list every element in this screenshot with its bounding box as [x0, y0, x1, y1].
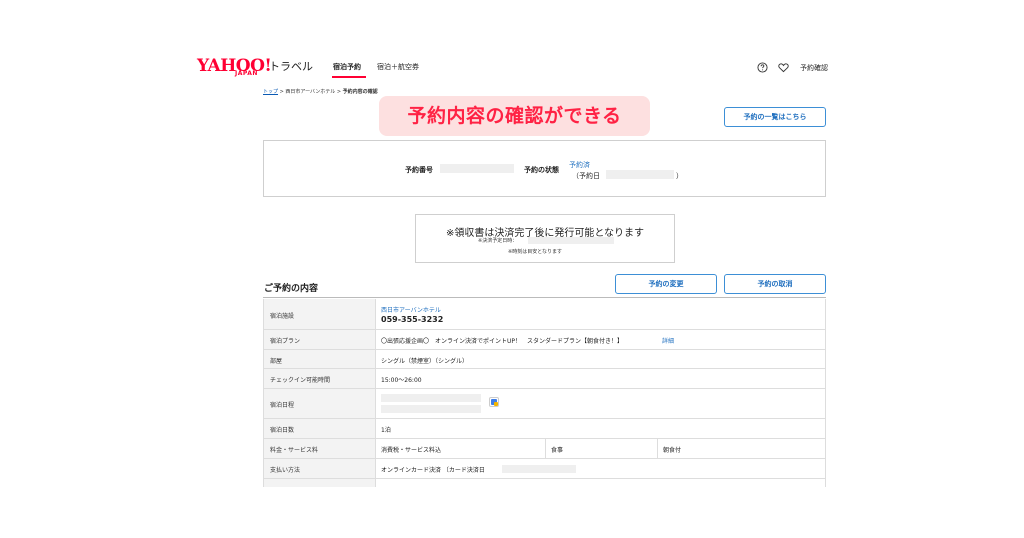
reservation-date-prefix: （予約日 [572, 172, 600, 180]
fees-value: 消費税・サービス料込 [381, 447, 442, 454]
change-reservation-button[interactable]: 予約の変更 [615, 274, 717, 294]
nav-tab-hotel[interactable]: 宿泊予約 [333, 62, 361, 72]
row-label-dates: 宿泊日程 [270, 402, 295, 409]
reservation-number-label: 予約番号 [405, 166, 433, 174]
receipt-scheduled-redacted [528, 237, 614, 244]
plan-detail-link[interactable]: 詳細 [662, 336, 674, 345]
reservation-status-value: 予約済 [569, 161, 590, 169]
help-circle-icon[interactable] [757, 62, 768, 73]
receipt-time-note: ※時刻は目安となります [508, 249, 563, 255]
payment-value: オンラインカード決済 〔カード決済日 [381, 467, 485, 474]
annotation-banner: 予約内容の確認ができる [379, 96, 650, 136]
row-label-plan: 宿泊プラン [270, 338, 301, 345]
reservation-date-suffix: ） [676, 172, 683, 180]
facility-name-link[interactable]: 西日市アーバンホテル [381, 305, 441, 314]
payment-date-redacted [502, 465, 576, 473]
table-row-plan: 宿泊プラン 〇出張応援企画〇 オンライン決済でポイントUP！ スタンダードプラン… [264, 330, 825, 350]
table-row-room: 部屋 シングル（禁煙室）（シングル） [264, 350, 825, 369]
meal-label: 食事 [551, 447, 564, 454]
logo-service-text: トラベル [269, 60, 313, 73]
table-row-dates: 宿泊日程 [264, 389, 825, 419]
table-row-cutoff [264, 479, 825, 487]
reservation-details-table: 宿泊施設 西日市アーバンホテル 059-355-3232 宿泊プラン 〇出張応援… [263, 299, 826, 487]
row-label-nights: 宿泊日数 [270, 427, 295, 434]
breadcrumb: トップ > 西日市アーバンホテル > 予約内容の確認 [263, 88, 378, 95]
cancel-reservation-button[interactable]: 予約の取消 [724, 274, 826, 294]
breadcrumb-hotel[interactable]: 西日市アーバンホテル [285, 89, 335, 95]
receipt-scheduled-label: ※決済予定日時： [478, 238, 518, 244]
table-row-checkin: チェックイン可能時間 15:00〜26:00 [264, 369, 825, 389]
row-label-fees: 料金・サービス料 [270, 447, 319, 454]
row-label-checkin: チェックイン可能時間 [270, 377, 331, 384]
reservation-confirm-link[interactable]: 予約確認 [800, 63, 828, 73]
annotation-banner-text: 予約内容の確認ができる [407, 105, 622, 127]
breadcrumb-current: 予約内容の確認 [342, 89, 378, 95]
reservation-date-redacted [606, 170, 674, 179]
plan-value: 〇出張応援企画〇 オンライン決済でポイントUP！ スタンダードプラン【朝食付き！… [381, 338, 624, 345]
reservation-status-label: 予約の状態 [524, 166, 559, 174]
nav-tab-hotel-flight[interactable]: 宿泊＋航空券 [377, 62, 419, 72]
dates-redacted-1 [381, 394, 481, 402]
meal-value: 朝食付 [663, 447, 682, 454]
table-row-fees: 料金・サービス料 消費税・サービス料込 食事 朝食付 [264, 439, 825, 459]
section-divider [263, 297, 826, 298]
table-row-payment: 支払い方法 オンラインカード決済 〔カード決済日 [264, 459, 825, 479]
meal-column-divider [657, 439, 658, 458]
logo-japan-text: JAPAN [235, 70, 258, 77]
heart-icon[interactable] [778, 62, 789, 73]
nights-value: 1泊 [381, 427, 391, 434]
google-calendar-icon[interactable] [489, 397, 499, 407]
row-label-payment: 支払い方法 [270, 467, 301, 474]
header: YAHOO! JAPAN トラベル 宿泊予約 宿泊＋航空券 予約確認 [0, 0, 1024, 90]
room-value: シングル（禁煙室）（シングル） [381, 358, 469, 365]
row-label-room: 部屋 [270, 358, 283, 365]
reservation-list-button[interactable]: 予約の一覧はこちら [724, 107, 826, 127]
table-row-nights: 宿泊日数 1泊 [264, 419, 825, 439]
dates-redacted-2 [381, 405, 481, 413]
checkin-value: 15:00〜26:00 [381, 377, 422, 384]
breadcrumb-top[interactable]: トップ [263, 89, 278, 95]
fees-column-divider [545, 439, 546, 458]
table-row-facility: 宿泊施設 西日市アーバンホテル 059-355-3232 [264, 299, 825, 330]
row-label-facility: 宿泊施設 [270, 313, 295, 320]
reservation-number-redacted [440, 164, 514, 173]
details-section-title: ご予約の内容 [264, 284, 319, 294]
nav-active-indicator [332, 76, 366, 78]
facility-phone: 059-355-3232 [381, 315, 444, 324]
